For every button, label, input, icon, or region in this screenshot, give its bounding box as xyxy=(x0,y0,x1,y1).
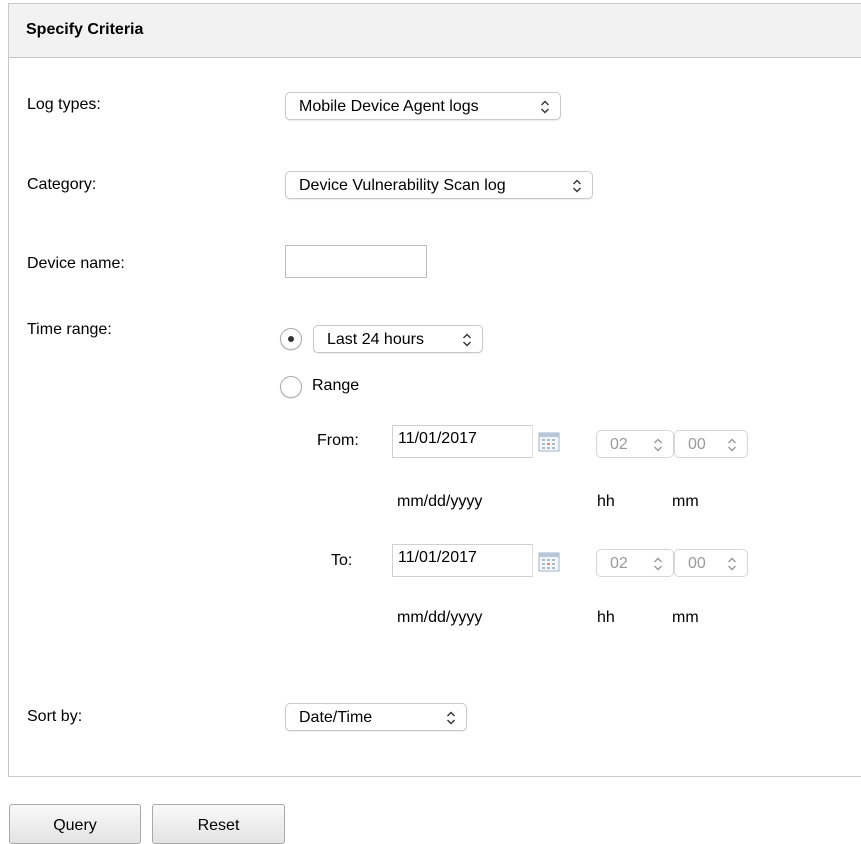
category-label: Category: xyxy=(27,176,97,193)
to-hour-hint: hh xyxy=(597,609,615,626)
time-range-label: Time range: xyxy=(27,321,112,338)
from-minute-select[interactable]: 00 xyxy=(674,430,748,458)
from-hour-select[interactable]: 02 xyxy=(596,430,674,458)
to-date-input[interactable]: 11/01/2017 xyxy=(392,544,533,577)
sort-by-value: Date/Time xyxy=(299,709,373,726)
category-value: Device Vulnerability Scan log xyxy=(299,177,506,194)
category-select[interactable]: Device Vulnerability Scan log xyxy=(285,171,593,199)
time-range-preset-radio[interactable] xyxy=(280,328,302,350)
query-button[interactable]: Query xyxy=(9,804,141,844)
from-hour-value: 02 xyxy=(610,436,628,453)
chevron-up-down-icon xyxy=(573,179,581,193)
from-minute-hint: mm xyxy=(672,493,699,510)
chevron-up-down-icon xyxy=(728,557,736,571)
radio-selected-dot xyxy=(288,336,294,342)
to-minute-select[interactable]: 00 xyxy=(674,549,748,577)
chevron-up-down-icon xyxy=(654,557,662,571)
to-date-format-hint: mm/dd/yyyy xyxy=(397,609,483,626)
chevron-up-down-icon xyxy=(447,711,455,725)
chevron-up-down-icon xyxy=(463,333,471,347)
to-minute-hint: mm xyxy=(672,609,699,626)
from-hour-hint: hh xyxy=(597,493,615,510)
from-label: From: xyxy=(317,432,359,449)
from-date-input[interactable]: 11/01/2017 xyxy=(392,425,533,458)
log-types-value: Mobile Device Agent logs xyxy=(299,98,479,115)
to-hour-value: 02 xyxy=(610,555,628,572)
to-date-value: 11/01/2017 xyxy=(398,549,477,566)
calendar-icon[interactable] xyxy=(538,432,560,452)
from-date-value: 11/01/2017 xyxy=(398,430,477,447)
time-range-preset-value: Last 24 hours xyxy=(327,331,424,348)
chevron-up-down-icon xyxy=(728,438,736,452)
range-option-label: Range xyxy=(312,377,360,394)
sort-by-select[interactable]: Date/Time xyxy=(285,703,467,731)
sort-by-label: Sort by: xyxy=(27,708,83,725)
to-label: To: xyxy=(331,552,353,569)
chevron-up-down-icon xyxy=(541,100,549,114)
reset-button[interactable]: Reset xyxy=(152,804,285,844)
time-range-preset-select[interactable]: Last 24 hours xyxy=(313,325,483,353)
panel-title: Specify Criteria xyxy=(26,21,144,38)
chevron-up-down-icon xyxy=(654,438,662,452)
from-date-format-hint: mm/dd/yyyy xyxy=(397,493,483,510)
device-name-input[interactable] xyxy=(285,245,427,278)
calendar-icon[interactable] xyxy=(538,552,560,572)
panel-header: Specify Criteria xyxy=(9,4,861,58)
to-hour-select[interactable]: 02 xyxy=(596,549,674,577)
log-types-select[interactable]: Mobile Device Agent logs xyxy=(285,92,561,120)
time-range-range-radio[interactable] xyxy=(280,376,302,398)
log-types-label: Log types: xyxy=(27,96,101,113)
device-name-label: Device name: xyxy=(27,255,125,272)
to-minute-value: 00 xyxy=(688,555,706,572)
from-minute-value: 00 xyxy=(688,436,706,453)
